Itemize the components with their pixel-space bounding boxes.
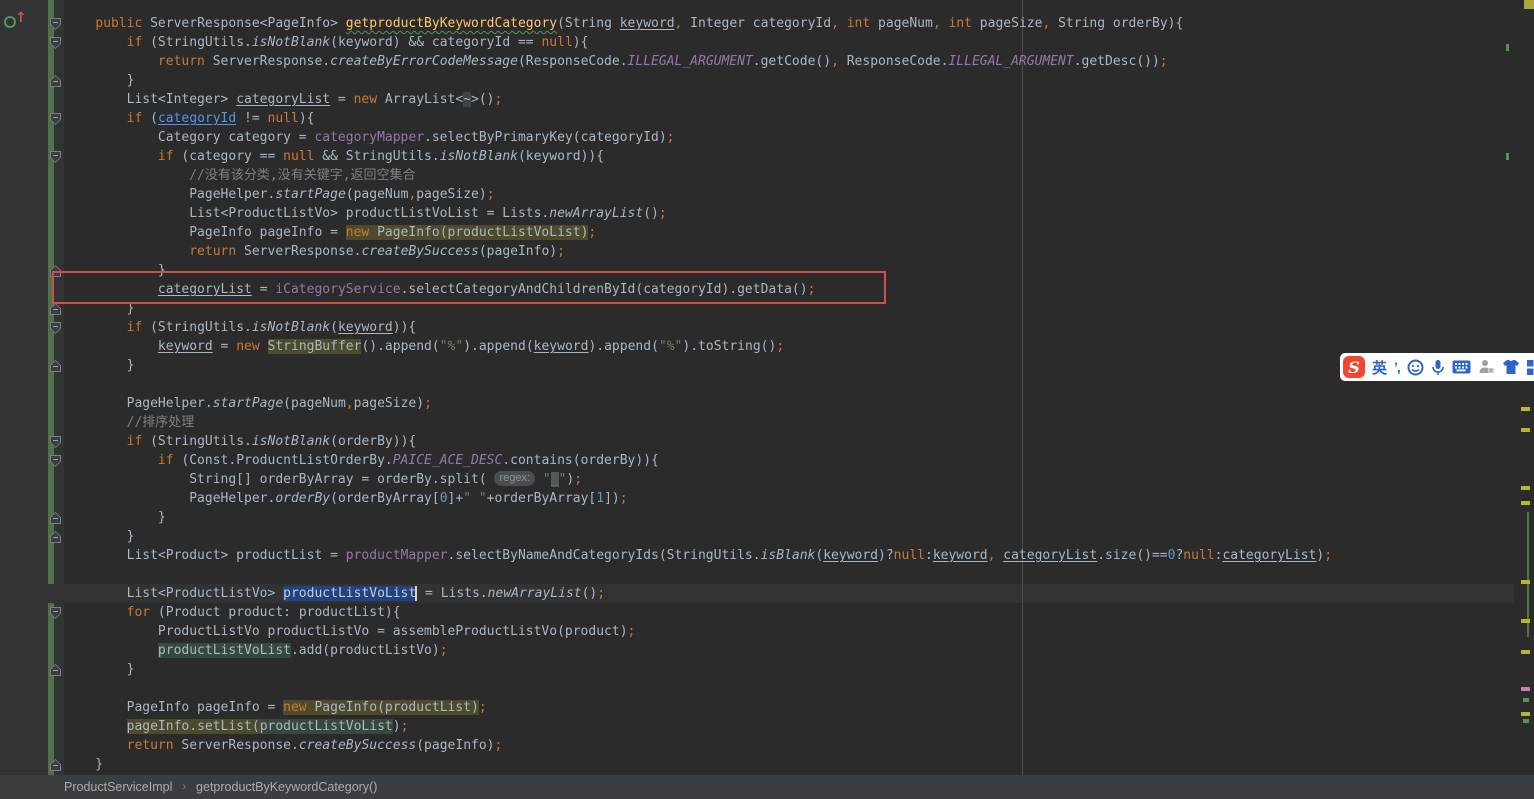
- stripe-mark[interactable]: [1521, 580, 1530, 584]
- override-gutter-icon[interactable]: ↑: [4, 10, 27, 31]
- breadcrumb-class[interactable]: ProductServiceImpl: [64, 780, 172, 794]
- fold-end-icon[interactable]: [50, 664, 61, 676]
- code-line[interactable]: if (StringUtils.isNotBlank(keyword) && c…: [46, 33, 1520, 52]
- code-line[interactable]: [46, 679, 1520, 698]
- language-toggle[interactable]: 英: [1372, 357, 1387, 378]
- code-line[interactable]: if (StringUtils.isNotBlank(keyword)){: [46, 318, 1520, 337]
- scrollbar-error-stripe[interactable]: [1514, 0, 1534, 775]
- code-line[interactable]: }: [46, 660, 1520, 679]
- fold-collapse-icon[interactable]: [50, 151, 61, 163]
- code-line[interactable]: PageInfo pageInfo = new PageInfo(product…: [46, 698, 1520, 717]
- code-line[interactable]: List<ProductListVo> productListVoList = …: [46, 204, 1520, 223]
- grid-icon[interactable]: [1526, 359, 1534, 375]
- code-line[interactable]: if (categoryId != null){: [46, 109, 1520, 128]
- code-line[interactable]: String[] orderByArray = orderBy.split( r…: [46, 470, 1520, 489]
- stripe-mark[interactable]: [1521, 407, 1530, 411]
- code-line[interactable]: }: [46, 508, 1520, 527]
- stripe-mark[interactable]: [1523, 719, 1529, 723]
- code-line[interactable]: keyword = new StringBuffer().append("%")…: [46, 337, 1520, 356]
- fold-end-icon[interactable]: [50, 303, 61, 315]
- code-line[interactable]: List<Product> productList = productMappe…: [46, 546, 1520, 565]
- stripe-mark[interactable]: [1521, 428, 1530, 432]
- code-line[interactable]: return ServerResponse.createBySuccess(pa…: [46, 736, 1520, 755]
- fold-end-icon[interactable]: [50, 512, 61, 524]
- code-line[interactable]: pageInfo.setList(productListVoList);: [46, 717, 1520, 736]
- code-line[interactable]: //没有该分类,没有关键字,返回空集合: [46, 166, 1520, 185]
- stripe-mark[interactable]: [1521, 650, 1530, 654]
- breadcrumb-bar: ProductServiceImpl › getproductByKeyword…: [0, 775, 1534, 799]
- code-line[interactable]: if (StringUtils.isNotBlank(orderBy)){: [46, 432, 1520, 451]
- code-line[interactable]: PageHelper.startPage(pageNum,pageSize);: [46, 185, 1520, 204]
- fold-collapse-icon[interactable]: [50, 322, 61, 334]
- breadcrumb-method[interactable]: getproductByKeywordCategory(): [196, 780, 377, 794]
- code-line[interactable]: }: [46, 71, 1520, 90]
- smiley-icon[interactable]: [1407, 359, 1424, 376]
- code-line[interactable]: PageInfo pageInfo = new PageInfo(product…: [46, 223, 1520, 242]
- fold-collapse-icon[interactable]: [50, 607, 61, 619]
- ide-window: ↑ public ServerResponse<PageInfo> getpro…: [0, 0, 1534, 799]
- ime-toolbar[interactable]: S 英 ’, 9: [1340, 353, 1534, 381]
- stripe-mark[interactable]: [1521, 619, 1530, 623]
- code-line[interactable]: PageHelper.startPage(pageNum,pageSize);: [46, 394, 1520, 413]
- stripe-mark[interactable]: [1521, 501, 1530, 505]
- stripe-mark[interactable]: [1523, 698, 1529, 702]
- fold-end-icon[interactable]: [50, 360, 61, 372]
- code-line[interactable]: }: [46, 527, 1520, 546]
- stripe-mark[interactable]: [1521, 712, 1530, 716]
- fold-collapse-icon[interactable]: [50, 455, 61, 467]
- stripe-mark[interactable]: [1521, 687, 1530, 691]
- sogou-logo-icon[interactable]: S: [1343, 356, 1365, 378]
- code-line[interactable]: List<Integer> categoryList = new ArrayLi…: [46, 90, 1520, 109]
- code-line[interactable]: public ServerResponse<PageInfo> getprodu…: [46, 14, 1520, 33]
- stripe-mark[interactable]: [1506, 44, 1509, 51]
- code-line[interactable]: }: [46, 356, 1520, 375]
- mic-icon[interactable]: [1431, 359, 1445, 376]
- code-line[interactable]: [46, 375, 1520, 394]
- code-line[interactable]: if (category == null && StringUtils.isNo…: [46, 147, 1520, 166]
- code-line[interactable]: if (Const.ProducntListOrderBy.PAICE_ACE_…: [46, 451, 1520, 470]
- fold-collapse-icon[interactable]: [50, 18, 61, 30]
- code-line[interactable]: return ServerResponse.createBySuccess(pa…: [46, 242, 1520, 261]
- code-line[interactable]: }: [46, 755, 1520, 774]
- fold-end-icon[interactable]: [50, 75, 61, 87]
- code-line[interactable]: List<ProductListVo> productListVoList = …: [46, 584, 1520, 603]
- up-arrow-icon: ↑: [15, 10, 27, 26]
- code-line[interactable]: ProductListVo productListVo = assemblePr…: [46, 622, 1520, 641]
- keyboard-icon[interactable]: [1452, 360, 1471, 374]
- code-line[interactable]: [46, 565, 1520, 584]
- fold-end-icon[interactable]: [50, 531, 61, 543]
- fold-collapse-icon[interactable]: [50, 37, 61, 49]
- code-line[interactable]: return ServerResponse.createByErrorCodeM…: [46, 52, 1520, 71]
- chevron-right-icon: ›: [182, 781, 187, 793]
- code-line[interactable]: PageHelper.orderBy(orderByArray[0]+" "+o…: [46, 489, 1520, 508]
- fold-collapse-icon[interactable]: [50, 436, 61, 448]
- person-icon[interactable]: 9: [1478, 359, 1495, 375]
- left-panel-strip: [0, 0, 46, 775]
- code-line[interactable]: for (Product product: productList){: [46, 603, 1520, 622]
- code-line[interactable]: Category category = categoryMapper.selec…: [46, 128, 1520, 147]
- stripe-mark[interactable]: [1506, 153, 1509, 160]
- code-line[interactable]: productListVoList.add(productListVo);: [46, 641, 1520, 660]
- stripe-mark[interactable]: [1521, 486, 1530, 490]
- analysis-status-square[interactable]: [1524, 0, 1534, 9]
- tshirt-icon[interactable]: [1502, 359, 1520, 375]
- annotation-red-box: [52, 271, 886, 304]
- punctuation-toggle[interactable]: ’,: [1394, 359, 1401, 375]
- fold-collapse-icon[interactable]: [50, 113, 61, 125]
- code-area[interactable]: public ServerResponse<PageInfo> getprodu…: [46, 14, 1520, 774]
- code-line[interactable]: //排序处理: [46, 413, 1520, 432]
- fold-end-icon[interactable]: [50, 759, 61, 771]
